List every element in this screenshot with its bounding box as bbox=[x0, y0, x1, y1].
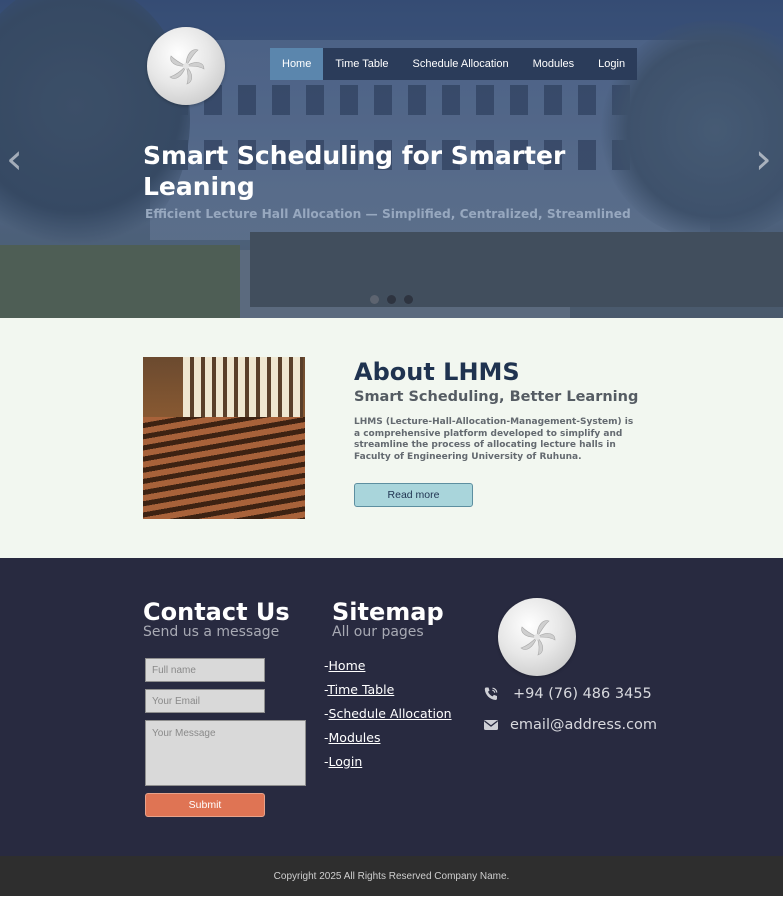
about-title: About LHMS bbox=[354, 358, 520, 386]
carousel-dot-2[interactable] bbox=[387, 295, 396, 304]
sitemap-title: Sitemap bbox=[332, 598, 444, 626]
hero-title: Smart Scheduling for Smarter Leaning bbox=[143, 140, 583, 202]
sitemap-link-login[interactable]: -Login bbox=[324, 754, 362, 769]
footer-logo bbox=[498, 598, 576, 676]
logo-swirl-icon bbox=[520, 620, 556, 656]
site-logo[interactable] bbox=[147, 27, 225, 105]
hero-title-line2: Leaning bbox=[143, 172, 255, 201]
sitemap-subtitle: All our pages bbox=[332, 624, 424, 640]
carousel-indicators bbox=[370, 295, 413, 304]
message-textarea[interactable]: Your Message bbox=[145, 720, 306, 786]
nav-schedule-allocation[interactable]: Schedule Allocation bbox=[401, 48, 521, 80]
contact-title: Contact Us bbox=[143, 598, 290, 626]
nav-home[interactable]: Home bbox=[270, 48, 324, 80]
sitemap-link-modules[interactable]: -Modules bbox=[324, 730, 380, 745]
sitemap-link-home[interactable]: -Home bbox=[324, 658, 365, 673]
lecture-hall-image bbox=[143, 357, 305, 519]
carousel-prev-icon[interactable]: ‹ bbox=[6, 138, 23, 180]
contact-subtitle: Send us a message bbox=[143, 624, 280, 640]
main-nav: Home Time Table Schedule Allocation Modu… bbox=[270, 48, 638, 80]
full-name-input[interactable]: Full name bbox=[145, 658, 265, 682]
email-row: email@address.com bbox=[483, 717, 657, 733]
carousel-next-icon[interactable]: › bbox=[755, 138, 772, 180]
about-subtitle: Smart Scheduling, Better Learning bbox=[354, 389, 639, 405]
about-description: LHMS (Lecture-Hall-Allocation-Management… bbox=[354, 417, 634, 462]
sitemap-link-schedule-allocation[interactable]: -Schedule Allocation bbox=[324, 706, 452, 721]
nav-login[interactable]: Login bbox=[586, 48, 637, 80]
envelope-icon bbox=[484, 720, 498, 730]
logo-swirl-icon bbox=[169, 49, 205, 85]
nav-modules[interactable]: Modules bbox=[521, 48, 587, 80]
hero-carousel: Home Time Table Schedule Allocation Modu… bbox=[0, 0, 783, 318]
submit-button[interactable]: Submit bbox=[145, 793, 265, 817]
copyright-bar: Copyright 2025 All Rights Reserved Compa… bbox=[0, 856, 783, 896]
phone-number: +94 (76) 486 3455 bbox=[513, 686, 652, 702]
phone-icon bbox=[484, 687, 498, 700]
sitemap-link-time-table[interactable]: -Time Table bbox=[324, 682, 394, 697]
hero-title-line1: Smart Scheduling for Smarter bbox=[143, 141, 566, 170]
lecture-hall-windows bbox=[183, 357, 303, 417]
email-input[interactable]: Your Email bbox=[145, 689, 265, 713]
copyright-text: Copyright 2025 All Rights Reserved Compa… bbox=[273, 870, 510, 882]
read-more-button[interactable]: Read more bbox=[354, 483, 473, 507]
lecture-hall-seats bbox=[143, 417, 305, 519]
hero-subtitle: Efficient Lecture Hall Allocation — Simp… bbox=[145, 207, 631, 221]
phone-row: +94 (76) 486 3455 bbox=[483, 686, 652, 702]
email-address: email@address.com bbox=[510, 717, 658, 733]
carousel-dot-1[interactable] bbox=[370, 295, 379, 304]
nav-time-table[interactable]: Time Table bbox=[323, 48, 400, 80]
carousel-dot-3[interactable] bbox=[404, 295, 413, 304]
